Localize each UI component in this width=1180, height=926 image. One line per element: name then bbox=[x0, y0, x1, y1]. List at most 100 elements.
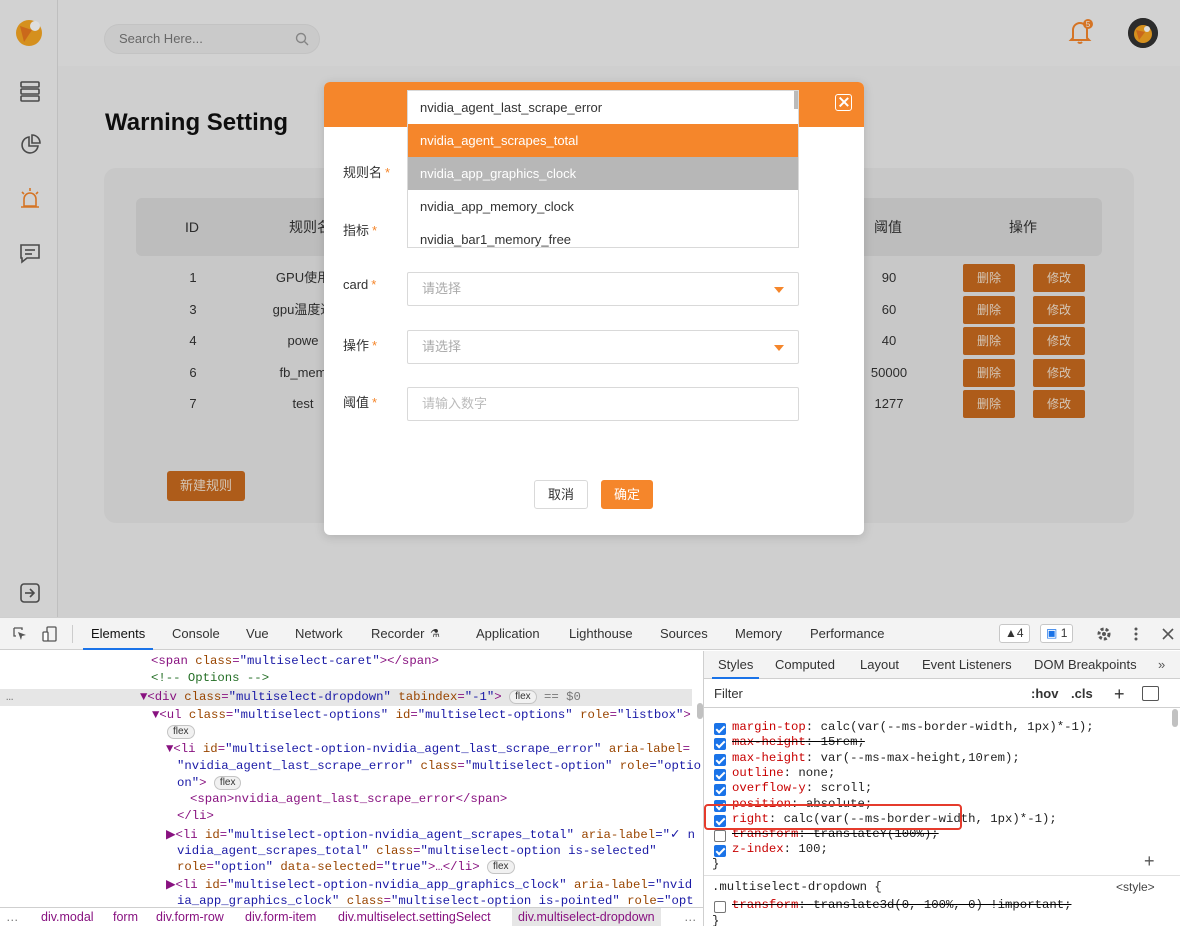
devtools-tab-memory[interactable]: Memory bbox=[735, 618, 782, 650]
property-declaration[interactable]: max-height: 15rem; bbox=[732, 735, 865, 751]
rule-selector[interactable]: .multiselect-dropdown { bbox=[712, 880, 882, 896]
gear-icon[interactable] bbox=[1096, 626, 1112, 642]
property-checkbox[interactable] bbox=[714, 768, 726, 781]
cancel-button[interactable]: 取消 bbox=[534, 480, 588, 509]
dropdown-option[interactable]: nvidia_app_memory_clock bbox=[408, 190, 798, 223]
dom-line[interactable]: ▶<li id="multiselect-option-nvidia_agent… bbox=[166, 827, 695, 843]
dom-comment[interactable]: <!-- Options --> bbox=[151, 670, 269, 686]
device-toggle-icon[interactable] bbox=[42, 626, 58, 642]
dom-line[interactable]: ▼<ul class="multiselect-options" id="mul… bbox=[152, 707, 691, 723]
styles-scrollbar[interactable] bbox=[1172, 709, 1178, 727]
rule-close-brace: } bbox=[712, 914, 720, 926]
messages-badge[interactable]: ▣ 1 bbox=[1040, 624, 1074, 643]
hov-toggle[interactable]: :hov bbox=[1031, 680, 1058, 708]
breadcrumb-item[interactable]: div.multiselect.settingSelect bbox=[338, 908, 491, 926]
property-checkbox[interactable] bbox=[714, 723, 726, 735]
property-checkbox[interactable] bbox=[714, 830, 726, 843]
dom-line[interactable]: "nvidia_agent_last_scrape_error" class="… bbox=[177, 758, 701, 774]
dom-line[interactable]: on"> flex bbox=[177, 775, 242, 791]
breadcrumb-item[interactable]: div.multiselect-dropdown bbox=[512, 908, 661, 926]
dom-line[interactable]: vidia_agent_scrapes_total" class="multis… bbox=[177, 843, 657, 859]
dropdown-scrollbar[interactable] bbox=[794, 91, 798, 109]
devtools-tab-application[interactable]: Application bbox=[476, 618, 540, 650]
devtools-tab-network[interactable]: Network bbox=[295, 618, 343, 650]
devtools-tab-elements[interactable]: Elements bbox=[82, 618, 154, 650]
dom-line[interactable]: ia_app_graphics_clock" class="multiselec… bbox=[177, 893, 694, 907]
property-checkbox[interactable] bbox=[714, 753, 726, 766]
devtools-tab-performance[interactable]: Performance bbox=[810, 618, 884, 650]
dom-line[interactable]: ▶<li id="multiselect-option-nvidia_app_g… bbox=[166, 877, 692, 893]
styles-pane: Styles Computed Layout Event Listeners DOM B… bbox=[704, 651, 1180, 926]
rule-source-link[interactable]: <style> bbox=[1116, 880, 1155, 896]
metric-dropdown[interactable]: nvidia_agent_last_scrape_error nvidia_age… bbox=[407, 90, 799, 248]
property-declaration[interactable]: transform: translate3d(0, 100%, 0) !impo… bbox=[732, 898, 1071, 914]
breadcrumb-item[interactable]: div.form-item bbox=[245, 908, 316, 926]
close-icon[interactable] bbox=[835, 94, 852, 111]
cls-toggle[interactable]: .cls bbox=[1071, 680, 1093, 708]
rule-name-label: 规则名 * bbox=[343, 165, 391, 180]
new-rule-icon[interactable]: + bbox=[1114, 680, 1125, 708]
sidebar-toggle-icon[interactable] bbox=[1142, 686, 1159, 701]
recorder-flask-icon: ⚗ bbox=[430, 628, 440, 640]
operation-select[interactable]: 请选择 bbox=[407, 330, 799, 364]
property-declaration[interactable]: z-index: 100; bbox=[732, 842, 828, 858]
filter-input[interactable]: Filter bbox=[714, 680, 743, 708]
dom-line[interactable]: <span>nvidia_agent_last_scrape_error</sp… bbox=[190, 791, 507, 807]
property-checkbox[interactable] bbox=[714, 784, 726, 797]
styles-tab[interactable]: Styles bbox=[711, 651, 760, 679]
breadcrumb-item[interactable]: div.modal bbox=[41, 908, 94, 926]
property-declaration[interactable]: outline: none; bbox=[732, 766, 835, 782]
styles-tab[interactable]: DOM Breakpoints bbox=[1034, 651, 1137, 679]
warning-icon: ▲ bbox=[1005, 626, 1017, 640]
devtools-panel: Elements Console Vue Network Recorder Applica… bbox=[0, 617, 1180, 926]
confirm-button[interactable]: 确定 bbox=[601, 480, 653, 509]
dropdown-option[interactable]: nvidia_agent_last_scrape_error bbox=[408, 91, 798, 124]
dom-line[interactable]: <span class="multiselect-caret"></span> bbox=[151, 653, 439, 669]
styles-tab[interactable]: Computed bbox=[775, 651, 835, 679]
property-declaration[interactable]: overflow-y: scroll; bbox=[732, 781, 872, 797]
elements-tree[interactable]: … <span class="multiselect-caret"></span… bbox=[0, 651, 703, 907]
node-menu-icon[interactable]: … bbox=[6, 689, 13, 705]
breadcrumb-more[interactable]: … bbox=[6, 908, 19, 926]
threshold-label: 阈值 * bbox=[343, 395, 378, 410]
card-select[interactable]: 请选择 bbox=[407, 272, 799, 306]
styles-tab[interactable]: Layout bbox=[860, 651, 899, 679]
property-checkbox[interactable] bbox=[714, 845, 726, 858]
styles-tab[interactable]: Event Listeners bbox=[922, 651, 1012, 679]
dropdown-option[interactable]: nvidia_app_graphics_clock bbox=[408, 157, 798, 190]
more-vertical-icon[interactable] bbox=[1128, 626, 1144, 642]
card-label: card * bbox=[343, 277, 377, 292]
breadcrumb-more-end[interactable]: … bbox=[684, 908, 697, 926]
property-declaration[interactable]: margin-top: calc(var(--ms-border-width, … bbox=[732, 720, 1094, 736]
styles-filter[interactable]: Filter :hov .cls + bbox=[704, 680, 1180, 708]
chevron-right-icon[interactable]: » bbox=[1158, 651, 1165, 679]
message-icon: ▣ bbox=[1046, 626, 1058, 640]
property-checkbox[interactable] bbox=[714, 901, 726, 913]
devtools-tab-recorder[interactable]: Recorder bbox=[371, 618, 424, 650]
chevron-down-icon bbox=[774, 345, 784, 351]
property-checkbox[interactable] bbox=[714, 738, 726, 751]
property-declaration[interactable]: max-height: var(--ms-max-height,10rem); bbox=[732, 751, 1020, 767]
devtools-tab-lighthouse[interactable]: Lighthouse bbox=[569, 618, 633, 650]
devtools-tab-vue[interactable]: Vue bbox=[246, 618, 269, 650]
threshold-placeholder: 请输入数字 bbox=[422, 396, 488, 411]
rule-close-brace: } bbox=[712, 857, 720, 871]
threshold-input[interactable]: 请输入数字 bbox=[407, 387, 799, 421]
breadcrumb-item[interactable]: div.form-row bbox=[156, 908, 224, 926]
inspect-icon[interactable] bbox=[12, 626, 28, 642]
app-window: Search Here... 5 Warning Setting ID 规则名 … bbox=[0, 0, 1180, 617]
divider bbox=[72, 625, 73, 643]
warnings-badge[interactable]: ▲4 bbox=[999, 624, 1030, 643]
dom-line[interactable]: ▼<li id="multiselect-option-nvidia_agent… bbox=[166, 741, 690, 757]
devtools-tab-sources[interactable]: Sources bbox=[660, 618, 708, 650]
dropdown-option[interactable]: nvidia_agent_scrapes_total bbox=[408, 124, 798, 157]
dom-line[interactable]: role="option" data-selected="true">…</li… bbox=[177, 859, 515, 875]
warnings-count: 4 bbox=[1016, 626, 1024, 640]
close-icon[interactable] bbox=[1160, 626, 1176, 642]
dropdown-option[interactable]: nvidia_bar1_memory_free bbox=[408, 223, 798, 247]
dom-line[interactable]: </li> bbox=[177, 808, 214, 824]
devtools-tab-console[interactable]: Console bbox=[172, 618, 220, 650]
add-property-icon[interactable]: + bbox=[1144, 851, 1155, 872]
breadcrumb-item[interactable]: form bbox=[113, 908, 138, 926]
dom-line-selected[interactable]: ▼<div class="multiselect-dropdown" tabin… bbox=[140, 689, 581, 705]
